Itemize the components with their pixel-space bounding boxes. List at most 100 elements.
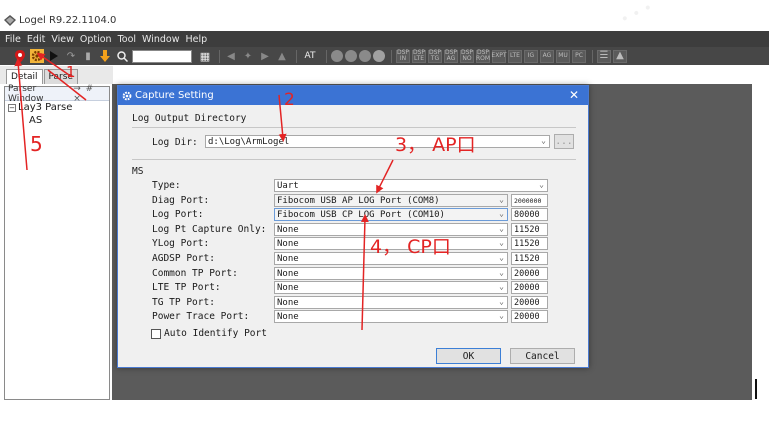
log-dir-value: d:\Log\ArmLogel [208,136,290,147]
agdsp-baud-field[interactable]: 11520 [511,252,548,265]
menu-option[interactable]: Option [77,34,115,45]
nav-next-button[interactable]: ▶ [258,49,272,63]
chart-button[interactable]: ☰ [597,49,611,63]
main-toolbar: ↷ ▮ ▦ ◀ ✦ ▶ ▲ AT DSP IN DSP LTE DSP TG D… [0,47,769,65]
ag-button[interactable]: AG [540,49,554,63]
log-pt-capture-label: Log Pt Capture Only: [152,224,267,235]
power-trace-port-select[interactable]: None ⌄ [274,310,508,323]
log-output-group-label: Log Output Directory [132,113,247,124]
toolbar-separator [326,49,327,63]
dsp-ag-button[interactable]: DSP AG [444,49,458,63]
chevron-down-icon: ⌄ [499,297,504,306]
app-title-bar: Logel R9.22.1104.0 [0,12,769,28]
divider [132,159,576,160]
lte-button[interactable]: LTE [508,49,522,63]
capture-marker-button[interactable] [13,49,27,63]
ylog-baud-field[interactable]: 11520 [511,237,548,250]
ylog-port-value: None [277,238,299,249]
diag-port-select[interactable]: Fibocom USB AP LOG Port (COM8) ⌄ [274,194,508,207]
annotation-label-4: 4， CP口 [370,236,451,258]
tg-tp-port-label: TG TP Port: [152,297,215,308]
status-light-3[interactable] [359,50,371,62]
annotation-label-5: 5 [30,132,43,156]
pane-controls-icon[interactable]: → # × [73,84,106,104]
log-port-label: Log Port: [152,209,204,220]
status-light-4[interactable] [373,50,385,62]
annotation-label-2: 2 [284,90,295,110]
tg-tp-port-value: None [277,297,299,308]
dsp-rom-button[interactable]: DSP ROM [476,49,490,63]
toolbar-search-input[interactable] [132,49,192,63]
nav-jump-button[interactable]: ▲ [275,49,289,63]
ig-button[interactable]: IG [524,49,538,63]
pc-button[interactable]: PC [572,49,586,63]
log-dir-label: Log Dir: [152,137,198,148]
menu-file[interactable]: File [2,34,24,45]
agdsp-port-value: None [277,253,299,264]
tree-root-label: Lay3 Parse [18,102,73,113]
open-button[interactable]: ↷ [64,49,78,63]
common-tp-baud-field[interactable]: 20000 [511,267,548,280]
tg-tp-baud-field[interactable]: 20000 [511,296,548,309]
capture-setting-dialog: Capture Setting ✕ Log Output Directory L… [117,85,589,368]
lte-tp-baud-field[interactable]: 20000 [511,281,548,294]
status-light-1[interactable] [331,50,343,62]
log-pt-baud-field[interactable]: 11520 [511,223,548,236]
dsp-in-button[interactable]: DSP IN [396,49,410,63]
play-button[interactable] [47,49,61,63]
type-select[interactable]: Uart ⌄ [274,179,548,192]
ok-button[interactable]: OK [436,348,501,364]
status-light-2[interactable] [345,50,357,62]
nav-prev-button[interactable]: ◀ [224,49,238,63]
diag-baud-field[interactable]: 2000000 [511,194,548,207]
menu-view[interactable]: View [48,34,77,45]
chevron-down-icon: ⌄ [499,195,504,204]
tree-child-item[interactable]: AS [5,114,109,127]
tg-tp-port-select[interactable]: None ⌄ [274,296,508,309]
download-button[interactable] [98,49,112,63]
power-trace-baud-field[interactable]: 20000 [511,310,548,323]
chevron-down-icon: ⌄ [499,282,504,291]
dialog-title: Capture Setting [135,90,214,101]
toolbar-separator [391,49,392,63]
menu-window[interactable]: Window [139,34,182,45]
log-baud-field[interactable]: 80000 [511,208,548,221]
download-arrow-icon [100,50,110,62]
tab-detail[interactable]: Detail [6,69,43,84]
play-icon [50,51,58,61]
search-button[interactable] [115,49,129,63]
auto-identify-checkbox[interactable] [151,329,161,339]
search-icon [116,50,128,62]
menu-help[interactable]: Help [183,34,211,45]
parser-window-header: Parser Window → # × [5,84,109,104]
filter-button[interactable]: ▦ [198,49,212,63]
nav-filter-button[interactable]: ✦ [241,49,255,63]
toolbar-separator [592,49,593,63]
type-label: Type: [152,180,181,191]
cancel-button[interactable]: Cancel [510,348,575,364]
menu-tool[interactable]: Tool [115,34,139,45]
dsp-no-button[interactable]: DSP NO [460,49,474,63]
save-button[interactable]: ▮ [81,49,95,63]
ms-group-label: MS [132,166,144,177]
browse-button[interactable]: ... [554,134,574,149]
expt-button[interactable]: EXPT [491,49,507,63]
power-trace-port-value: None [277,311,299,322]
collapse-icon[interactable]: − [8,103,16,112]
dsp-tg-button[interactable]: DSP TG [428,49,442,63]
menu-edit[interactable]: Edit [24,34,48,45]
graph-button[interactable]: ▲ [613,49,627,63]
capture-setting-button[interactable] [30,49,44,63]
lte-tp-port-select[interactable]: None ⌄ [274,281,508,294]
dialog-close-button[interactable]: ✕ [569,88,579,102]
mu-button[interactable]: MU [556,49,570,63]
common-tp-port-select[interactable]: None ⌄ [274,267,508,280]
log-port-value: Fibocom USB CP LOG Port (COM10) [277,209,445,220]
diag-port-label: Diag Port: [152,195,210,206]
ylog-port-label: YLog Port: [152,238,210,249]
log-dir-combo[interactable]: d:\Log\ArmLogel ⌄ [205,135,550,148]
dsp-lte-button[interactable]: DSP LTE [412,49,426,63]
log-pt-capture-value: None [277,224,299,235]
at-command-button[interactable]: AT [301,49,319,63]
log-port-select[interactable]: Fibocom USB CP LOG Port (COM10) ⌄ [274,208,508,221]
